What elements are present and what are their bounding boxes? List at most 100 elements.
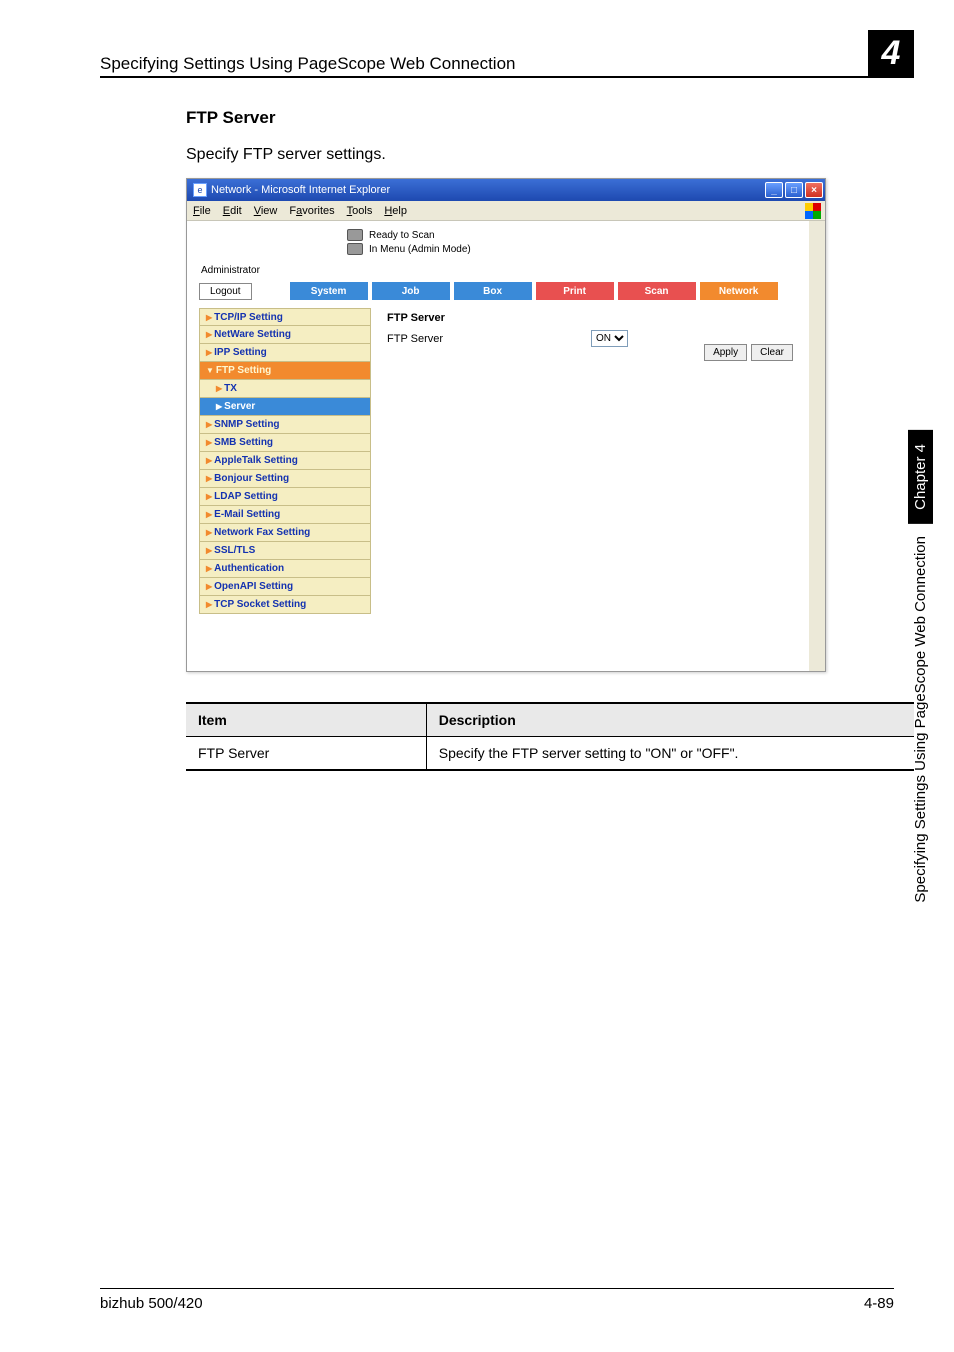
th-desc: Description <box>426 703 914 737</box>
page-header: Specifying Settings Using PageScope Web … <box>100 30 914 78</box>
sidebar-item-e-mail-setting[interactable]: ▶E-Mail Setting <box>199 506 371 524</box>
arrow-icon: ▶ <box>206 582 212 591</box>
close-button[interactable]: × <box>805 182 823 198</box>
sidebar-item-label: AppleTalk Setting <box>214 455 298 466</box>
sidetab-chapter: Chapter 4 <box>908 430 933 524</box>
arrow-icon: ▶ <box>216 384 222 393</box>
chapter-number: 4 <box>868 30 914 76</box>
tab-box[interactable]: Box <box>454 282 532 300</box>
sidebar-item-label: SMB Setting <box>214 437 273 448</box>
sidebar-item-ipp-setting[interactable]: ▶IPP Setting <box>199 344 371 362</box>
sidebar-item-bonjour-setting[interactable]: ▶Bonjour Setting <box>199 470 371 488</box>
sidebar-item-snmp-setting[interactable]: ▶SNMP Setting <box>199 416 371 434</box>
sidebar-item-label: SSL/TLS <box>214 545 255 556</box>
sidebar-item-label: NetWare Setting <box>214 329 291 340</box>
th-item: Item <box>186 703 426 737</box>
printer-icon <box>347 229 363 241</box>
arrow-icon: ▶ <box>206 546 212 555</box>
sidebar-item-openapi-setting[interactable]: ▶OpenAPI Setting <box>199 578 371 596</box>
sidebar-item-tcp-socket-setting[interactable]: ▶TCP Socket Setting <box>199 596 371 614</box>
sidebar-item-label: FTP Setting <box>216 365 271 376</box>
sidebar-item-tcp-ip-setting[interactable]: ▶TCP/IP Setting <box>199 308 371 326</box>
ftp-server-select[interactable]: ON <box>591 330 628 347</box>
sidebar-item-label: E-Mail Setting <box>214 509 280 520</box>
content-pane: FTP Server FTP Server ON Apply Clear <box>379 308 801 614</box>
window-title: Network - Microsoft Internet Explorer <box>211 184 390 196</box>
field-label: FTP Server <box>387 333 443 345</box>
arrow-icon: ▶ <box>206 492 212 501</box>
sidebar-item-label: TCP/IP Setting <box>214 312 283 323</box>
sidebar-item-appletalk-setting[interactable]: ▶AppleTalk Setting <box>199 452 371 470</box>
sidebar-item-netware-setting[interactable]: ▶NetWare Setting <box>199 326 371 344</box>
section-heading: FTP Server <box>186 108 914 128</box>
tab-job[interactable]: Job <box>372 282 450 300</box>
menu-edit[interactable]: Edit <box>223 205 242 217</box>
tab-scan[interactable]: Scan <box>618 282 696 300</box>
sidebar-item-label: IPP Setting <box>214 347 267 358</box>
section-text: Specify FTP server settings. <box>186 146 914 164</box>
sidebar-item-ssl-tls[interactable]: ▶SSL/TLS <box>199 542 371 560</box>
arrow-icon: ▼ <box>206 366 214 375</box>
arrow-icon: ▶ <box>206 528 212 537</box>
sidebar-item-smb-setting[interactable]: ▶SMB Setting <box>199 434 371 452</box>
printer-icon <box>347 243 363 255</box>
sidebar-item-label: TCP Socket Setting <box>214 599 306 610</box>
footer-left: bizhub 500/420 <box>100 1295 203 1312</box>
menu-view[interactable]: View <box>254 205 278 217</box>
menu-tools[interactable]: Tools <box>347 205 373 217</box>
arrow-icon: ▶ <box>206 564 212 573</box>
minimize-button[interactable]: _ <box>765 182 783 198</box>
menubar: File Edit View Favorites Tools Help <box>187 201 825 221</box>
sidebar-item-network-fax-setting[interactable]: ▶Network Fax Setting <box>199 524 371 542</box>
sidebar-item-ldap-setting[interactable]: ▶LDAP Setting <box>199 488 371 506</box>
logout-button[interactable]: Logout <box>199 283 252 300</box>
maximize-button[interactable]: □ <box>785 182 803 198</box>
sidebar-item-label: Bonjour Setting <box>214 473 289 484</box>
arrow-icon: ▶ <box>206 474 212 483</box>
tab-print[interactable]: Print <box>536 282 614 300</box>
sidebar-item-label: LDAP Setting <box>214 491 278 502</box>
sidebar-item-label: Network Fax Setting <box>214 527 310 538</box>
sidetab-title: Specifying Settings Using PageScope Web … <box>908 524 933 915</box>
sidebar-item-authentication[interactable]: ▶Authentication <box>199 560 371 578</box>
header-title: Specifying Settings Using PageScope Web … <box>100 54 516 74</box>
sidebar-item-label: Authentication <box>214 563 284 574</box>
td-item: FTP Server <box>186 737 426 771</box>
sidebar: ▶TCP/IP Setting▶NetWare Setting▶IPP Sett… <box>199 308 371 614</box>
content-area: Ready to Scan In Menu (Admin Mode) Admin… <box>187 221 825 671</box>
browser-window: e Network - Microsoft Internet Explorer … <box>186 178 826 672</box>
tab-system[interactable]: System <box>290 282 368 300</box>
sidebar-item-label: SNMP Setting <box>214 419 279 430</box>
page-footer: bizhub 500/420 4-89 <box>100 1288 894 1312</box>
menu-favorites[interactable]: Favorites <box>289 205 334 217</box>
sidebar-item-server[interactable]: ▶Server <box>199 398 371 416</box>
sidebar-item-tx[interactable]: ▶TX <box>199 380 371 398</box>
description-table: Item Description FTP Server Specify the … <box>186 702 914 771</box>
status-ready: Ready to Scan <box>369 230 435 241</box>
arrow-icon: ▶ <box>206 313 212 322</box>
menu-file[interactable]: File <box>193 205 211 217</box>
arrow-icon: ▶ <box>206 510 212 519</box>
arrow-icon: ▶ <box>206 600 212 609</box>
arrow-icon: ▶ <box>206 420 212 429</box>
apply-button[interactable]: Apply <box>704 344 747 361</box>
arrow-icon: ▶ <box>216 402 222 411</box>
arrow-icon: ▶ <box>206 456 212 465</box>
ie-icon: e <box>193 183 207 197</box>
sidebar-item-ftp-setting[interactable]: ▼FTP Setting <box>199 362 371 380</box>
admin-label: Administrator <box>187 265 809 276</box>
status-menu: In Menu (Admin Mode) <box>369 244 471 255</box>
arrow-icon: ▶ <box>206 330 212 339</box>
sidebar-item-label: TX <box>224 383 237 394</box>
clear-button[interactable]: Clear <box>751 344 793 361</box>
td-desc: Specify the FTP server setting to "ON" o… <box>426 737 914 771</box>
footer-right: 4-89 <box>864 1295 894 1312</box>
window-titlebar: e Network - Microsoft Internet Explorer … <box>187 179 825 201</box>
windows-flag-icon <box>805 203 821 219</box>
arrow-icon: ▶ <box>206 348 212 357</box>
sidebar-item-label: OpenAPI Setting <box>214 581 293 592</box>
tab-network[interactable]: Network <box>700 282 778 300</box>
side-tab: Chapter 4 Specifying Settings Using Page… <box>906 430 934 915</box>
sidebar-item-label: Server <box>224 401 255 412</box>
menu-help[interactable]: Help <box>384 205 407 217</box>
